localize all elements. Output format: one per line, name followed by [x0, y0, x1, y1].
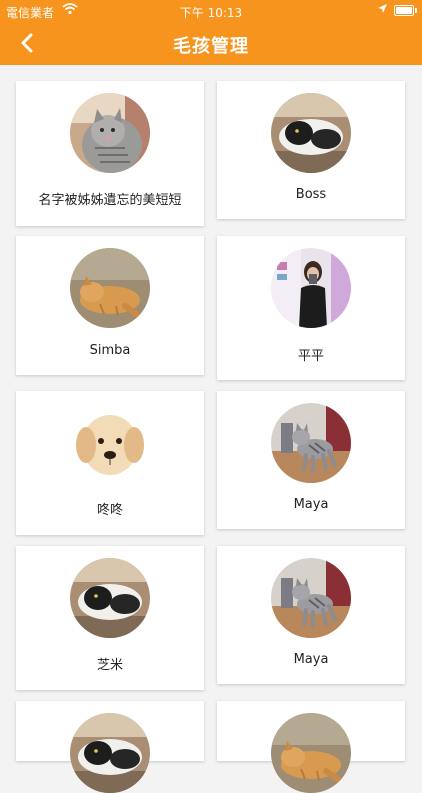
pet-card[interactable]: Simba [16, 236, 204, 375]
nav-bar: 毛孩管理 [0, 22, 422, 65]
location-arrow-icon [377, 3, 388, 17]
page-title: 毛孩管理 [173, 36, 249, 57]
status-time: 下午 10:13 [179, 6, 243, 20]
pet-name: Simba [89, 343, 131, 358]
status-bar: 電信業者 下午 10:13 [0, 0, 422, 22]
pet-photo [271, 248, 351, 328]
pet-name: 名字被姊姊遺忘的美短短 [38, 193, 182, 208]
pet-photo [70, 248, 150, 328]
pet-name: Boss [295, 187, 327, 202]
pet-name: Maya [293, 497, 329, 512]
pet-photo [271, 558, 351, 638]
pet-photo [271, 403, 351, 483]
pet-card[interactable]: Maya [217, 546, 405, 684]
pet-card[interactable]: Boss [217, 81, 405, 219]
pet-photo [70, 93, 150, 173]
pet-name: 咚咚 [96, 503, 123, 518]
pet-card[interactable]: 芝米 [16, 546, 204, 690]
pet-photo [70, 403, 150, 483]
pet-card[interactable] [217, 701, 405, 761]
pet-photo [70, 558, 150, 638]
pet-name: 芝米 [96, 658, 123, 673]
pet-name: 平平 [297, 349, 324, 364]
pet-card[interactable]: Maya [217, 391, 405, 529]
pet-card[interactable]: 名字被姊姊遺忘的美短短 [16, 81, 204, 226]
pet-card[interactable]: 咚咚 [16, 391, 204, 535]
pet-card[interactable] [16, 701, 204, 793]
pet-photo [70, 713, 150, 793]
pet-photo [271, 713, 351, 793]
pet-name: Maya [293, 652, 329, 667]
battery-icon [394, 5, 417, 16]
pet-card[interactable]: 平平 [217, 236, 405, 380]
pet-photo [271, 93, 351, 173]
